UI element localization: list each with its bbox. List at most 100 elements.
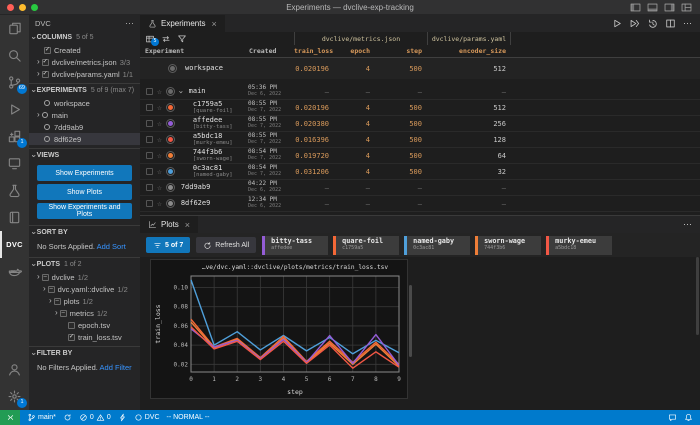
close-icon[interactable]: × [211,19,216,29]
chevron-down-icon[interactable]: › [176,89,184,94]
row-checkbox[interactable] [146,168,153,175]
section-header-filter-by[interactable]: ›FILTER BY [29,347,140,360]
group-header-params[interactable]: dvclive/params.yaml [427,32,511,45]
table-row-744f3b6[interactable]: ☆744f3b6[sworn-wage]08:54 PMDec 7, 20220… [140,148,700,164]
refresh-all-button[interactable]: Refresh All [196,237,256,253]
activity-item-extensions[interactable]: 1 [0,123,29,150]
add-filter-link[interactable]: Add Filter [100,363,132,372]
toggle-sidebar-icon[interactable] [630,2,641,13]
tree-item-train-loss-tsv[interactable]: ✓train_loss.tsv [29,331,140,343]
show-plots-button[interactable]: Show Plots [37,184,132,200]
group-header-metrics[interactable]: dvclive/metrics.json [294,32,427,45]
activity-item-explorer[interactable] [0,15,29,42]
table-row-a5bdc18[interactable]: ☆a5bdc18[murky-emeu]08:55 PMDec 7, 20220… [140,132,700,148]
tree-item-dvc-yaml-dvclive[interactable]: ›–dvc.yaml::dvclive1/2 [29,283,140,295]
column-header-epoch[interactable]: epoch [334,47,375,55]
tree-item-metrics[interactable]: ›–metrics1/2 [29,307,140,319]
plot-scrollbar[interactable] [409,285,412,357]
more-actions-icon[interactable]: ⋯ [683,219,692,230]
branch-status-item[interactable]: main* [27,413,56,422]
checkbox[interactable]: ✓ [44,47,51,54]
table-row-0c3ac81[interactable]: ☆0c3ac81[named-gaby]08:54 PMDec 7, 20220… [140,164,700,180]
tree-item-dvclive-metrics-json[interactable]: ›✓dvclive/metrics.json3/3 [29,56,140,68]
tree-item-created[interactable]: ✓Created [29,44,140,56]
checkbox[interactable] [68,322,75,329]
table-row-8df62e9[interactable]: ☆8df62e912:34 PMDec 6, 2022–––– [140,196,700,212]
history-icon[interactable] [647,18,658,29]
activity-item-run-debug[interactable] [0,96,29,123]
minimize-window-button[interactable] [19,4,26,11]
run-icon[interactable] [611,18,622,29]
remote-indicator[interactable] [0,410,20,425]
section-header-plots[interactable]: ›PLOTS1 of 2 [29,258,140,271]
row-checkbox[interactable] [146,152,153,159]
star-icon[interactable]: ☆ [157,104,162,112]
experiment-chip-bitty-tass[interactable]: bitty-tassaffedee [262,236,328,255]
run-all-icon[interactable] [629,18,640,29]
activity-item-account[interactable] [0,356,29,383]
close-window-button[interactable] [7,4,14,11]
feedback-icon[interactable] [668,413,677,422]
star-icon[interactable]: ☆ [157,168,162,176]
maximize-window-button[interactable] [31,4,38,11]
activity-item-search[interactable] [0,42,29,69]
problems-status-item[interactable]: 0 0 [79,413,111,422]
tree-item-dvclive-params-yaml[interactable]: ›✓dvclive/params.yaml1/1 [29,68,140,80]
customize-layout-icon[interactable] [681,2,692,13]
checkbox[interactable]: ✓ [42,71,49,78]
activity-item-settings[interactable]: 1 [0,383,29,410]
column-header-step[interactable]: step [375,47,427,55]
row-checkbox[interactable] [146,104,153,111]
activity-item-notebook[interactable] [0,204,29,231]
table-row-main[interactable]: ☆›main05:36 PMDec 6, 2022–––– [140,84,700,100]
tree-item-epoch-tsv[interactable]: epoch.tsv [29,319,140,331]
checkbox[interactable]: – [54,298,61,305]
checkbox[interactable]: – [48,286,55,293]
add-sort-link[interactable]: Add Sort [97,242,126,251]
funnel-icon[interactable] [177,34,187,44]
row-checkbox[interactable] [146,200,153,207]
tree-item-plots[interactable]: ›–plots1/2 [29,295,140,307]
plots-filter-button[interactable]: 5 of 7 [146,237,190,253]
table-row-workspace[interactable]: workspace0.0201964500512 [140,58,700,79]
experiment-chip-quare-foil[interactable]: quare-foilc1759a5 [333,236,399,255]
panel-scrollbar[interactable] [696,257,699,335]
split-editor-icon[interactable] [665,18,676,29]
row-checkbox[interactable] [146,136,153,143]
sidebar-more-icon[interactable]: ⋯ [125,18,134,29]
experiment-item-7dd9ab9[interactable]: 7dd9ab9 [29,121,140,133]
star-icon[interactable]: ☆ [157,120,162,128]
swap-icon[interactable] [161,34,171,44]
section-header-views[interactable]: ›VIEWS [29,149,140,162]
experiment-item-workspace[interactable]: workspace [29,97,140,109]
checkbox[interactable]: ✓ [68,334,75,341]
activity-item-remote-explorer[interactable] [0,150,29,177]
notifications-icon[interactable] [684,413,693,422]
table-row-7dd9ab9[interactable]: ☆7dd9ab904:22 PMDec 6, 2022–––– [140,180,700,196]
star-icon[interactable]: ☆ [157,200,162,208]
checkbox[interactable]: – [42,274,49,281]
bolt-status-item[interactable] [118,413,127,422]
row-checkbox[interactable] [146,120,153,127]
checkbox[interactable]: – [60,310,67,317]
experiment-item-main[interactable]: ›main [29,109,140,121]
checkbox[interactable]: ✓ [42,59,49,66]
activity-item-source-control[interactable]: 69 [0,69,29,96]
activity-item-docker[interactable] [0,258,29,285]
table-row-affedee[interactable]: ☆affedee[bitty-tass]08:55 PMDec 7, 20220… [140,116,700,132]
star-icon[interactable]: ☆ [157,152,162,160]
dvc-status-item[interactable]: DVC [134,413,160,422]
experiment-chip-named-gaby[interactable]: named-gaby0c3ac81 [404,236,470,255]
more-actions-icon[interactable]: ⋯ [683,18,692,29]
tree-item-dvclive[interactable]: ›–dvclive1/2 [29,271,140,283]
train-loss-plot-card[interactable]: 01234567890.020.040.060.080.10…ve/dvc.ya… [150,259,408,399]
section-header-columns[interactable]: ›COLUMNS5 of 5 [29,31,140,44]
column-header-experiment[interactable]: Experiment [140,47,244,55]
section-header-experiments[interactable]: ›EXPERIMENTS5 of 9 (max 7) [29,84,140,97]
show-experiments-button[interactable]: Show Experiments [37,165,132,181]
column-header-created[interactable]: Created [244,47,294,55]
column-header-encoder_size[interactable]: encoder_size [427,47,511,55]
table-row-c1759a5[interactable]: ☆c1759a5[quare-foil]08:55 PMDec 7, 20220… [140,100,700,116]
activity-item-testing[interactable] [0,177,29,204]
row-checkbox[interactable] [146,88,153,95]
